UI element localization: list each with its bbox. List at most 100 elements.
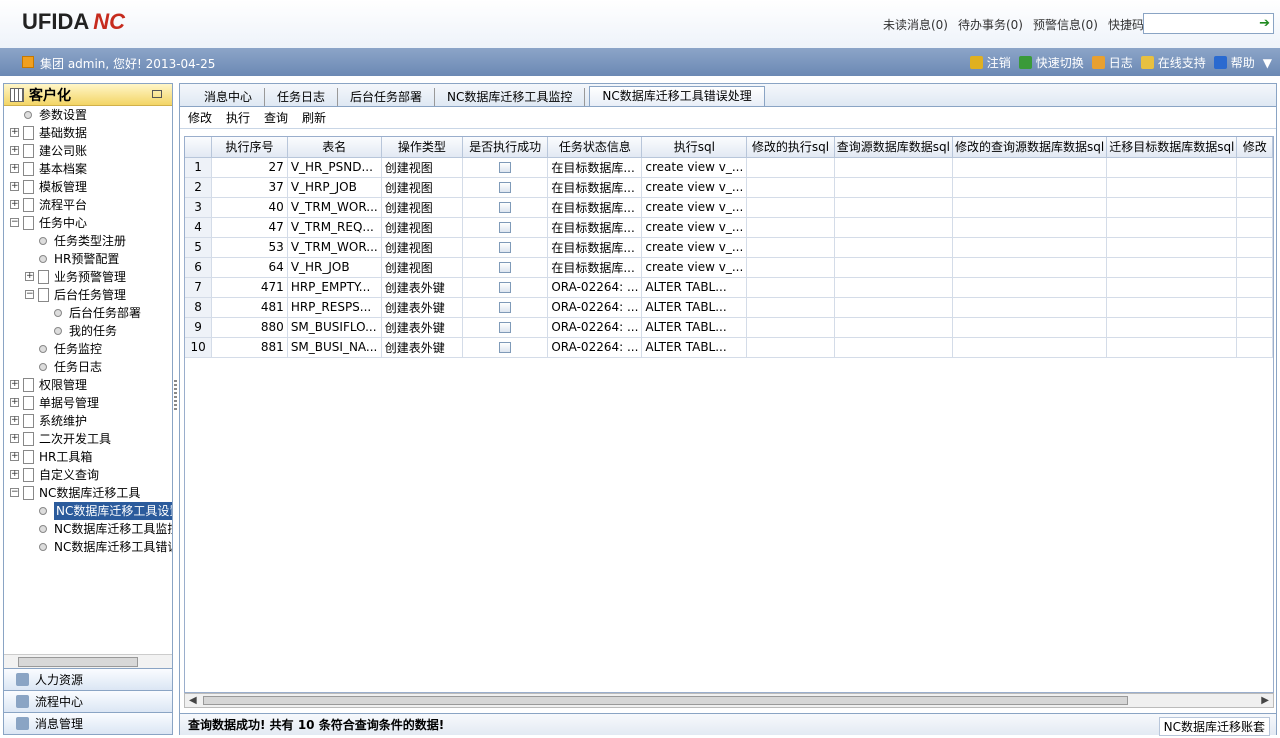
tree-node[interactable]: + 流程平台 <box>4 196 172 214</box>
empty-cell[interactable] <box>1106 217 1238 238</box>
tree-node[interactable]: + 二次开发工具 <box>4 430 172 448</box>
tree-node[interactable]: 我的任务 <box>4 322 172 340</box>
menu-dropdown-icon[interactable]: ▼ <box>1263 56 1272 70</box>
expand-icon[interactable]: + <box>10 164 19 173</box>
empty-cell[interactable] <box>952 217 1108 238</box>
tree-node[interactable]: + 业务预警管理 <box>4 268 172 286</box>
empty-cell[interactable] <box>952 277 1108 298</box>
tree-node-label[interactable]: HR预警配置 <box>54 250 119 268</box>
tree-node-label[interactable]: 任务类型注册 <box>54 232 126 250</box>
operation-cell[interactable]: 创建视图 <box>381 257 464 278</box>
expand-icon[interactable]: + <box>10 200 19 209</box>
switch-action[interactable]: 快速切换 <box>1018 54 1084 71</box>
column-header[interactable]: 执行sql <box>641 137 748 158</box>
splitter-handle[interactable] <box>174 380 177 410</box>
empty-cell[interactable] <box>1236 217 1273 238</box>
tree-node-label[interactable]: 二次开发工具 <box>39 430 111 448</box>
tree-node-label[interactable]: 后台任务部署 <box>69 304 141 322</box>
empty-cell[interactable] <box>746 157 835 178</box>
success-checkbox[interactable] <box>499 182 512 193</box>
expand-icon[interactable]: + <box>10 452 19 461</box>
tree-node-label[interactable]: 建公司账 <box>39 142 87 160</box>
expand-icon[interactable]: + <box>10 416 19 425</box>
accordion-flow[interactable]: 流程中心 <box>4 690 172 712</box>
tree-node-label[interactable]: 单据号管理 <box>39 394 99 412</box>
seq-cell[interactable]: 481 <box>211 297 288 318</box>
empty-cell[interactable] <box>834 317 953 338</box>
empty-cell[interactable] <box>834 277 953 298</box>
operation-cell[interactable]: 创建表外键 <box>381 297 464 318</box>
success-cell[interactable] <box>462 157 549 178</box>
operation-cell[interactable]: 创建视图 <box>381 197 464 218</box>
empty-cell[interactable] <box>1236 237 1273 258</box>
table-name-cell[interactable]: SM_BUSI_NA... <box>287 337 382 358</box>
tree-node[interactable]: 后台任务部署 <box>4 304 172 322</box>
status-cell[interactable]: 在目标数据库... <box>547 197 643 218</box>
table-row[interactable]: 9 880 SM_BUSIFLO... 创建表外键 ORA-02264: ... ALTE… <box>185 317 1273 338</box>
column-header[interactable]: 修改 <box>1236 137 1273 158</box>
status-cell[interactable]: ORA-02264: ... <box>547 317 643 338</box>
tree-node[interactable]: 任务日志 <box>4 358 172 376</box>
tree-node[interactable]: + 系统维护 <box>4 412 172 430</box>
seq-cell[interactable]: 471 <box>211 277 288 298</box>
empty-cell[interactable] <box>1106 337 1238 358</box>
sql-cell[interactable]: ALTER TABL... <box>641 337 748 358</box>
success-checkbox[interactable] <box>499 262 512 273</box>
operation-cell[interactable]: 创建表外键 <box>381 317 464 338</box>
key-action[interactable]: 注销 <box>969 54 1011 71</box>
tree-node[interactable]: − 后台任务管理 <box>4 286 172 304</box>
success-checkbox[interactable] <box>499 162 512 173</box>
table-name-cell[interactable]: V_TRM_WOR... <box>287 237 382 258</box>
status-cell[interactable]: ORA-02264: ... <box>547 297 643 318</box>
tree-node-label[interactable]: 任务监控 <box>54 340 102 358</box>
tree-node-label[interactable]: 基础数据 <box>39 124 87 142</box>
empty-cell[interactable] <box>952 317 1108 338</box>
help-action[interactable]: 帮助 <box>1213 54 1255 71</box>
minimize-icon[interactable] <box>152 90 162 98</box>
tab-2[interactable]: 后台任务部署 <box>338 88 436 106</box>
sql-cell[interactable]: create view v_... <box>641 237 748 258</box>
status-cell[interactable]: 在目标数据库... <box>547 157 643 178</box>
empty-cell[interactable] <box>834 217 953 238</box>
table-row[interactable]: 10 881 SM_BUSI_NA... 创建表外键 ORA-02264: ... ALT… <box>185 337 1273 358</box>
table-name-cell[interactable]: V_HR_PSND... <box>287 157 382 178</box>
empty-cell[interactable] <box>746 257 835 278</box>
seq-cell[interactable]: 40 <box>211 197 288 218</box>
expand-icon[interactable]: + <box>10 470 19 479</box>
expand-icon[interactable]: + <box>10 398 19 407</box>
column-header[interactable]: 修改的执行sql <box>746 137 835 158</box>
go-arrow-icon[interactable]: ➔ <box>1259 16 1270 31</box>
tree-node-label[interactable]: NC数据库迁移工具 <box>39 484 140 502</box>
accordion-label[interactable]: 消息管理 <box>35 715 83 732</box>
column-header[interactable]: 操作类型 <box>381 137 464 158</box>
tree-node-label[interactable]: NC数据库迁移工具监控 <box>54 520 172 538</box>
scrollbar-thumb[interactable] <box>18 657 138 667</box>
table-name-cell[interactable]: V_TRM_REQ... <box>287 217 382 238</box>
empty-cell[interactable] <box>952 177 1108 198</box>
quickcode-input[interactable]: ➔ <box>1143 13 1274 34</box>
empty-cell[interactable] <box>746 317 835 338</box>
table-row[interactable]: 6 64 V_HR_JOB 创建视图 在目标数据库... create view v_..… <box>185 257 1273 278</box>
status-cell[interactable]: 在目标数据库... <box>547 217 643 238</box>
empty-cell[interactable] <box>952 237 1108 258</box>
tree-node[interactable]: + 建公司账 <box>4 142 172 160</box>
table-row[interactable]: 5 53 V_TRM_WOR... 创建视图 在目标数据库... create view … <box>185 237 1273 258</box>
tree-node-label[interactable]: 参数设置 <box>39 106 87 124</box>
tree-node[interactable]: − 任务中心 <box>4 214 172 232</box>
table-row[interactable]: 7 471 HRP_EMPTY... 创建表外键 ORA-02264: ... ALTER… <box>185 277 1273 298</box>
empty-cell[interactable] <box>1236 177 1273 198</box>
tree-node-label[interactable]: 业务预警管理 <box>54 268 126 286</box>
status-cell[interactable]: 在目标数据库... <box>547 237 643 258</box>
empty-cell[interactable] <box>1236 337 1273 358</box>
sql-cell[interactable]: ALTER TABL... <box>641 277 748 298</box>
empty-cell[interactable] <box>834 177 953 198</box>
column-header[interactable]: 迁移目标数据库数据sql <box>1106 137 1238 158</box>
seq-cell[interactable]: 64 <box>211 257 288 278</box>
empty-cell[interactable] <box>1236 277 1273 298</box>
table-row[interactable]: 3 40 V_TRM_WOR... 创建视图 在目标数据库... create view … <box>185 197 1273 218</box>
table-row[interactable]: 4 47 V_TRM_REQ... 创建视图 在目标数据库... create view … <box>185 217 1273 238</box>
table-row[interactable]: 1 27 V_HR_PSND... 创建视图 在目标数据库... create view … <box>185 157 1273 178</box>
seq-cell[interactable]: 53 <box>211 237 288 258</box>
column-header[interactable]: 修改的查询源数据库数据sql <box>952 137 1108 158</box>
tree-scrollbar[interactable] <box>4 654 172 668</box>
